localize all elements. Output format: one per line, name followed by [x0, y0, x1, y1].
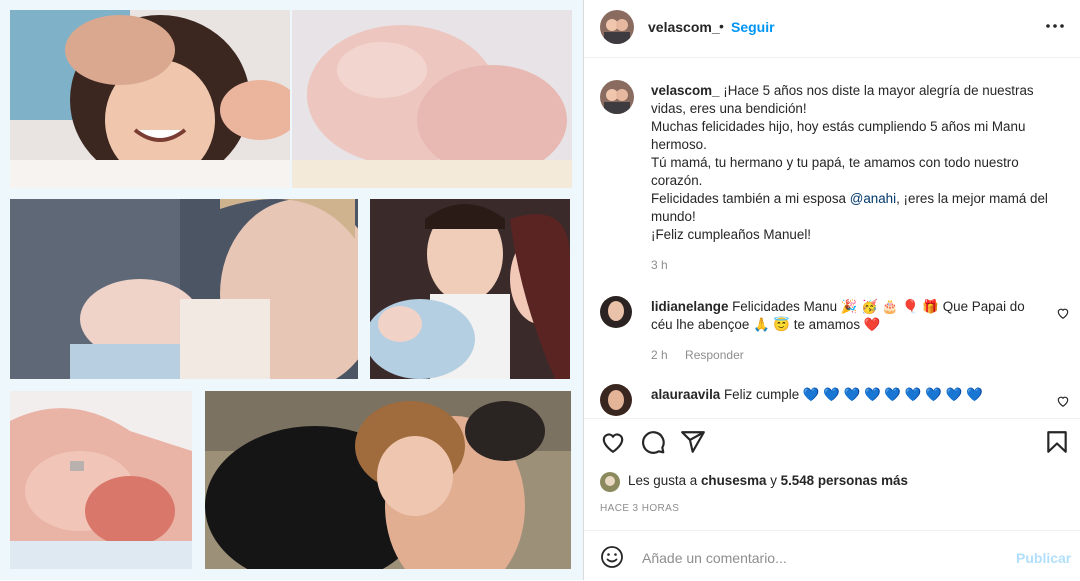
- caption-line-2: Muchas felicidades hijo, hoy estás cumpl…: [651, 119, 1026, 152]
- photo-couple-with-baby: [370, 199, 570, 379]
- follow-button[interactable]: Seguir: [731, 19, 775, 35]
- more-options-icon[interactable]: [1044, 15, 1066, 37]
- reply-button[interactable]: Responder: [685, 348, 744, 362]
- like-comment-heart-icon[interactable]: [1056, 394, 1070, 408]
- photo-father-with-baby: [10, 199, 358, 379]
- comment-text: lidianelange Felicidades Manu 🎉 🥳 🎂 🎈 🎁 …: [651, 298, 1031, 334]
- comment-body: Feliz cumple 💙 💙 💙 💙 💙 💙 💙 💙 💙: [723, 387, 983, 402]
- commenter-username[interactable]: lidianelange: [651, 299, 728, 314]
- comments-scroll-area[interactable]: velascom_ ¡Hace 5 años nos diste la mayo…: [584, 58, 1080, 418]
- separator-dot: •: [719, 18, 724, 34]
- caption-line-3: Tú mamá, tu hermano y tu papá, te amamos…: [651, 155, 1019, 188]
- caption-username[interactable]: velascom_: [651, 83, 720, 98]
- photo-mother-hospital: [10, 10, 290, 188]
- publish-button[interactable]: Publicar: [1016, 550, 1071, 566]
- likes-prefix: Les gusta a: [628, 473, 701, 488]
- likes-middle: y: [766, 473, 781, 488]
- add-comment-bar: Publicar: [584, 530, 1080, 581]
- comment-icon[interactable]: [640, 429, 666, 455]
- save-bookmark-icon[interactable]: [1044, 429, 1070, 455]
- commenter-avatar[interactable]: [600, 296, 632, 328]
- post-header: velascom_ • Seguir: [584, 0, 1080, 58]
- caption-text: velascom_ ¡Hace 5 años nos diste la mayo…: [651, 82, 1051, 244]
- like-comment-heart-icon[interactable]: [1056, 306, 1070, 320]
- comment-item: alauraavila Feliz cumple 💙 💙 💙 💙 💙 💙 💙 💙…: [600, 384, 1070, 418]
- likes-text: Les gusta a chusesma y 5.548 personas má…: [628, 473, 908, 488]
- instagram-post-modal: velascom_ • Seguir velascom_ ¡Hace 5 año…: [0, 0, 1080, 580]
- caption-line-4-prefix: Felicidades también a mi esposa: [651, 191, 850, 206]
- post-action-bar: [584, 418, 1080, 465]
- caption-author-avatar[interactable]: [600, 80, 634, 114]
- post-timestamp[interactable]: HACE 3 HORAS: [600, 503, 679, 514]
- like-heart-icon[interactable]: [600, 429, 626, 455]
- post-details-panel: velascom_ • Seguir velascom_ ¡Hace 5 año…: [584, 0, 1080, 580]
- mention-link[interactable]: @anahi: [850, 191, 896, 206]
- caption-timestamp[interactable]: 3 h: [651, 258, 668, 272]
- comment-timestamp[interactable]: 2 h: [651, 348, 668, 362]
- comment-item: lidianelange Felicidades Manu 🎉 🥳 🎂 🎈 🎁 …: [600, 296, 1070, 366]
- photo-newborn-sleeping: [292, 10, 572, 188]
- commenter-avatar[interactable]: [600, 384, 632, 416]
- photo-baby-hand: [10, 391, 192, 569]
- author-avatar[interactable]: [600, 10, 634, 44]
- emoji-picker-icon[interactable]: [600, 545, 624, 569]
- add-comment-input[interactable]: [640, 543, 984, 573]
- author-username[interactable]: velascom_: [648, 19, 720, 35]
- comment-meta: 2 h Responder: [651, 348, 758, 362]
- liker-username[interactable]: chusesma: [701, 473, 767, 488]
- commenter-username[interactable]: alauraavila: [651, 387, 720, 402]
- caption-line-5: ¡Feliz cumpleaños Manuel!: [651, 227, 812, 242]
- liker-avatar[interactable]: [600, 472, 620, 492]
- likes-count[interactable]: 5.548 personas más: [781, 473, 908, 488]
- comment-text: alauraavila Feliz cumple 💙 💙 💙 💙 💙 💙 💙 💙…: [651, 386, 1031, 404]
- post-media-collage[interactable]: [0, 0, 584, 580]
- share-send-icon[interactable]: [680, 429, 706, 455]
- photo-boy-with-dog: [205, 391, 571, 569]
